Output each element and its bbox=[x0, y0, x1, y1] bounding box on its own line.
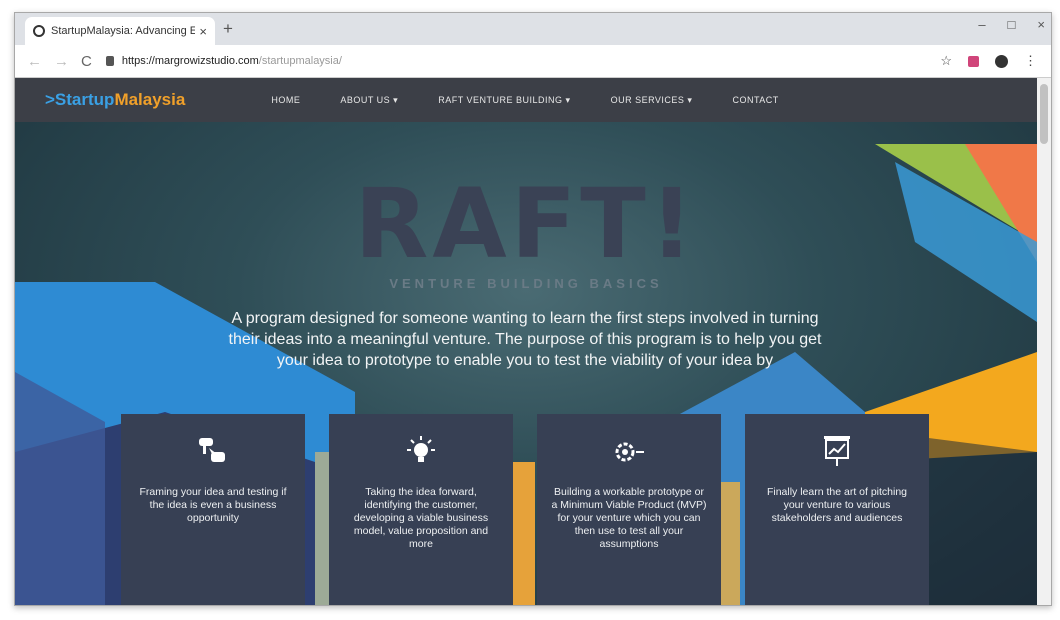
presentation-icon bbox=[759, 434, 915, 470]
address-bar[interactable]: https://margrowizstudio.com /startupmala… bbox=[105, 49, 941, 73]
reload-button[interactable]: C bbox=[81, 53, 92, 70]
hero-subtitle: VENTURE BUILDING BASICS bbox=[389, 276, 663, 291]
feature-card-text: Framing your idea and testing if the ide… bbox=[139, 486, 287, 524]
browser-tab[interactable]: StartupMalaysia: Advancing En × bbox=[25, 17, 215, 45]
hero-description: A program designed for someone wanting t… bbox=[228, 310, 822, 369]
feature-card: Building a workable prototype or a Minim… bbox=[537, 414, 721, 605]
feature-card: Taking the idea forward, identifying the… bbox=[329, 414, 513, 605]
feature-card: Framing your idea and testing if the ide… bbox=[121, 414, 305, 605]
star-icon[interactable]: ☆ bbox=[940, 53, 952, 69]
logo-prefix: >Startup bbox=[45, 90, 115, 109]
maximize-button[interactable]: □ bbox=[1008, 17, 1016, 32]
minimize-button[interactable]: – bbox=[978, 17, 985, 32]
feature-card-text: Finally learn the art of pitching your v… bbox=[766, 486, 908, 524]
tab-strip: StartupMalaysia: Advancing En × + – □ × bbox=[15, 13, 1051, 45]
logo-suffix: Malaysia bbox=[114, 90, 186, 109]
back-button[interactable]: ← bbox=[27, 53, 42, 70]
tab-close-icon[interactable]: × bbox=[199, 24, 207, 39]
nav-contact[interactable]: CONTACT bbox=[732, 95, 778, 106]
url-host: https://margrowizstudio.com bbox=[121, 55, 259, 67]
gear-arrow-icon bbox=[551, 434, 707, 470]
browser-window: StartupMalaysia: Advancing En × + – □ × … bbox=[14, 12, 1052, 606]
menu-icon[interactable]: ⋮ bbox=[1024, 53, 1037, 69]
site-header: >StartupMalaysia HOME ABOUT US ▾ RAFT VE… bbox=[15, 78, 1037, 122]
browser-toolbar: ← → C https://margrowizstudio.com /start… bbox=[15, 45, 1051, 78]
new-tab-button[interactable]: + bbox=[223, 19, 233, 39]
extension-icon[interactable] bbox=[968, 55, 979, 67]
feature-cards: Framing your idea and testing if the ide… bbox=[15, 414, 1037, 605]
favicon-icon bbox=[33, 25, 45, 37]
feature-card-text: Building a workable prototype or a Minim… bbox=[551, 486, 707, 550]
lightbulb-icon bbox=[343, 434, 499, 470]
site-logo[interactable]: >StartupMalaysia bbox=[45, 90, 185, 110]
nav-raft-venture-building[interactable]: RAFT VENTURE BUILDING ▾ bbox=[438, 95, 570, 106]
profile-icon[interactable] bbox=[995, 54, 1008, 68]
scrollbar-thumb[interactable] bbox=[1040, 84, 1048, 144]
feature-card-text: Taking the idea forward, identifying the… bbox=[353, 486, 489, 550]
forward-button[interactable]: → bbox=[54, 53, 69, 70]
nav-home[interactable]: HOME bbox=[271, 95, 300, 106]
window-controls: – □ × bbox=[978, 17, 1045, 32]
page-scrollbar[interactable] bbox=[1037, 78, 1051, 605]
feature-card: Finally learn the art of pitching your v… bbox=[745, 414, 929, 605]
site-nav: HOME ABOUT US ▾ RAFT VENTURE BUILDING ▾ … bbox=[271, 95, 778, 106]
lock-icon bbox=[105, 56, 114, 66]
hand-pointer-icon bbox=[135, 434, 291, 470]
nav-about-us[interactable]: ABOUT US ▾ bbox=[340, 95, 398, 106]
url-path: /startupmalaysia/ bbox=[258, 55, 342, 67]
nav-our-services[interactable]: OUR SERVICES ▾ bbox=[611, 95, 693, 106]
web-page: >StartupMalaysia HOME ABOUT US ▾ RAFT VE… bbox=[15, 78, 1037, 605]
tab-title: StartupMalaysia: Advancing En bbox=[51, 25, 196, 37]
hero-section: RAFT! VENTURE BUILDING BASICS A program … bbox=[15, 122, 1037, 605]
hero-title: RAFT! bbox=[354, 168, 698, 280]
toolbar-icons: ☆ ⋮ bbox=[940, 53, 1037, 69]
close-window-button[interactable]: × bbox=[1037, 17, 1045, 32]
